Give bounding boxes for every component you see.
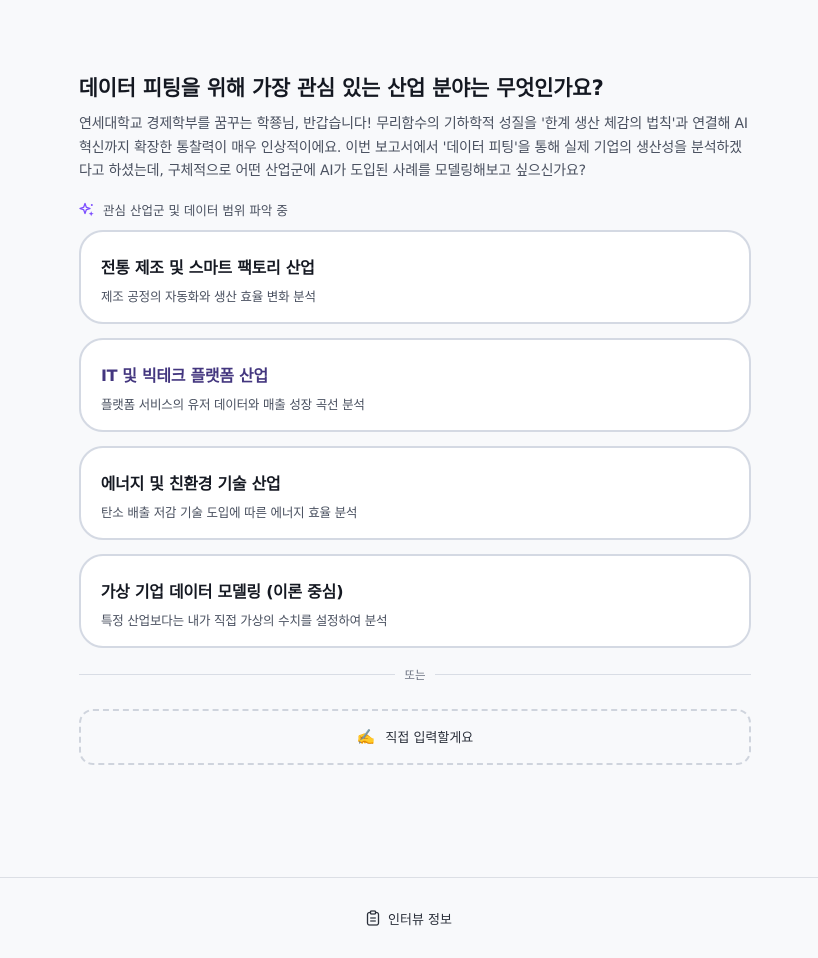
option-subtitle: 플랫폼 서비스의 유저 데이터와 매출 성장 곡선 분석 — [101, 396, 365, 412]
option-list: 전통 제조 및 스마트 팩토리 산업 제조 공정의 자동화와 생산 효율 변화 … — [79, 229, 751, 648]
interview-info-label: 인터뷰 정보 — [388, 912, 452, 928]
option-virtual-modeling[interactable]: 가상 기업 데이터 모델링 (이론 중심) 특정 산업보다는 내가 직접 가상의… — [79, 553, 751, 648]
option-title: 가상 기업 데이터 모델링 (이론 중심) — [101, 581, 344, 601]
option-subtitle: 탄소 배출 저감 기술 도입에 따른 에너지 효율 분석 — [101, 504, 358, 520]
option-manufacturing[interactable]: 전통 제조 및 스마트 팩토리 산업 제조 공정의 자동화와 생산 효율 변화 … — [79, 229, 751, 324]
direct-input-button[interactable]: ✍️ 직접 입력할게요 — [79, 708, 751, 765]
question-title: 데이터 피팅을 위해 가장 관심 있는 산업 분야는 무엇인가요? — [79, 76, 604, 100]
interview-info-button[interactable]: 인터뷰 정보 — [366, 909, 452, 928]
option-subtitle: 제조 공정의 자동화와 생산 효율 변화 분석 — [101, 288, 316, 304]
status-indicator: 관심 산업군 및 데이터 범위 파악 중 — [79, 201, 751, 219]
divider-line-left — [79, 674, 396, 675]
writing-hand-icon: ✍️ — [356, 727, 376, 746]
divider-line-right — [434, 674, 752, 675]
clipboard-icon — [366, 910, 380, 926]
question-description: 연세대학교 경제학부를 꿈꾸는 학쭁님, 반갑습니다! 무리함수의 기하학적 성… — [79, 116, 748, 179]
option-energy[interactable]: 에너지 및 친환경 기술 산업 탄소 배출 저감 기술 도입에 따른 에너지 효… — [79, 445, 751, 540]
status-text: 관심 산업군 및 데이터 범위 파악 중 — [103, 203, 288, 218]
divider-label: 또는 — [404, 667, 426, 682]
sparkle-icon — [79, 202, 94, 216]
footer-bar: 인터뷰 정보 — [0, 877, 818, 958]
option-title: IT 및 빅테크 플랫폼 산업 — [101, 365, 269, 385]
question-panel: 데이터 피팅을 위해 가장 관심 있는 산업 분야는 무엇인가요? 연세대학교 … — [79, 72, 752, 765]
direct-input-label: 직접 입력할게요 — [385, 731, 474, 746]
option-title: 에너지 및 친환경 기술 산업 — [101, 473, 281, 493]
option-it-bigtech[interactable]: IT 및 빅테크 플랫폼 산업 플랫폼 서비스의 유저 데이터와 매출 성장 곡… — [79, 337, 751, 432]
option-subtitle: 특정 산업보다는 내가 직접 가상의 수치를 설정하여 분석 — [101, 612, 388, 628]
or-divider: 또는 — [79, 666, 752, 684]
option-title: 전통 제조 및 스마트 팩토리 산업 — [101, 257, 315, 277]
